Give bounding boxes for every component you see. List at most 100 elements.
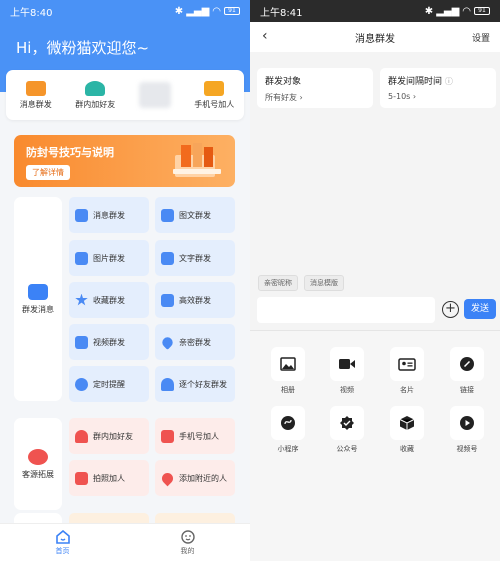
attach-contact-card[interactable]: 名片: [382, 347, 432, 395]
bluetooth-icon: ✱: [424, 5, 434, 17]
signal-icon: ▂▄▆: [186, 5, 210, 17]
status-icons: ✱ ▂▄▆ ◠ 91: [425, 6, 490, 17]
attach-label: 视频: [340, 386, 354, 394]
attach-album[interactable]: 相册: [263, 347, 313, 395]
attach-label: 名片: [400, 386, 414, 394]
broadcast-target-card[interactable]: 群发对象 所有好友 ›: [257, 68, 373, 108]
message-input[interactable]: [257, 297, 435, 323]
books-illustration-icon: [173, 143, 221, 177]
settings-button[interactable]: 设置: [472, 31, 490, 44]
tile-label: 视频群发: [93, 337, 125, 347]
tile-label: 图片群发: [93, 253, 125, 263]
status-time: 上午8:40: [10, 7, 53, 19]
chevron-right-icon: ›: [299, 93, 303, 102]
chip-intimate-nickname[interactable]: 亲密昵称: [258, 275, 298, 291]
tile-label: 群内加好友: [93, 431, 133, 441]
attach-label: 视频号: [456, 445, 478, 453]
add-user-icon: [28, 448, 48, 465]
quick-action-label: 手机号加人: [194, 99, 235, 109]
tile-text-broadcast[interactable]: 文字群发: [155, 240, 235, 276]
tile-label: 消息群发: [93, 210, 125, 220]
quick-action-message-broadcast[interactable]: 消息群发: [6, 70, 66, 120]
tile-efficient-broadcast[interactable]: 高效群发: [155, 282, 235, 318]
chip-message-template[interactable]: 消息模版: [304, 275, 344, 291]
star-icon: [75, 293, 88, 306]
tile-phone-add[interactable]: 手机号加人: [155, 418, 235, 454]
status-icons: ✱ ▂▄▆ ◠ 91: [175, 6, 240, 17]
interval-title: 群发间隔时间: [388, 77, 443, 87]
tile-video-broadcast[interactable]: 视频群发: [69, 324, 149, 360]
tile-image-text-broadcast[interactable]: 图文群发: [155, 197, 235, 233]
tab-mine[interactable]: 我的: [125, 524, 250, 561]
cube-icon: [399, 416, 415, 430]
learn-more-button[interactable]: 了解详情: [26, 165, 70, 180]
group-users-icon: [85, 80, 106, 96]
tile-label: 高效群发: [179, 295, 211, 305]
official-account-icon: [340, 416, 354, 430]
tile-nearby-add[interactable]: 添加附近的人: [155, 460, 235, 496]
attach-official-account[interactable]: 公众号: [322, 406, 372, 454]
tab-home[interactable]: 首页: [0, 524, 125, 561]
quick-action-blurred[interactable]: [125, 70, 185, 120]
interval-value: 5-10s: [388, 92, 411, 101]
quick-action-label: 消息群发: [19, 99, 52, 109]
quick-action-group-add-friends[interactable]: 群内加好友: [66, 70, 126, 120]
send-button[interactable]: 发送: [464, 299, 496, 319]
envelope-icon: [25, 80, 46, 96]
quick-actions-card: 消息群发 群内加好友 手机号加人: [6, 70, 244, 120]
status-time: 上午8:41: [260, 7, 303, 19]
anti-ban-banner[interactable]: 防封号技巧与说明 了解详情: [14, 135, 235, 187]
tile-favorites-broadcast[interactable]: 收藏群发: [69, 282, 149, 318]
rocket-icon: [161, 293, 174, 307]
mini-program-icon: [281, 416, 295, 430]
envelope-icon: [75, 208, 88, 222]
target-value: 所有好友: [265, 93, 297, 102]
contact-card-icon: [204, 80, 225, 96]
wifi-icon: ◠: [212, 5, 221, 17]
tile-intimate-broadcast[interactable]: 亲密群发: [155, 324, 235, 360]
attach-favorites[interactable]: 收藏: [382, 406, 432, 454]
attach-label: 收藏: [400, 445, 414, 453]
tile-picture-broadcast[interactable]: 图片群发: [69, 240, 149, 276]
contact-card-icon: [161, 429, 174, 443]
plus-circle-icon[interactable]: +: [442, 301, 459, 318]
input-row: + 发送: [250, 295, 500, 325]
status-bar: 上午8:41 ✱ ▂▄▆ ◠ 91: [250, 0, 500, 22]
attach-label: 公众号: [336, 445, 358, 453]
tile-label: 拍照加人: [93, 473, 125, 483]
bottom-tab-bar: 首页 我的: [0, 523, 250, 561]
tile-message-broadcast[interactable]: 消息群发: [69, 197, 149, 233]
attach-mini-program[interactable]: 小程序: [263, 406, 313, 454]
attach-video[interactable]: 视频: [322, 347, 372, 395]
link-icon: [460, 357, 474, 371]
attach-label: 链接: [460, 386, 474, 394]
attach-channels[interactable]: 视频号: [442, 406, 492, 454]
contact-card-icon: [398, 357, 416, 371]
location-pin-icon: [159, 470, 176, 486]
camera-icon: [75, 471, 88, 485]
tile-scheduled-reminder[interactable]: 定时提醒: [69, 366, 149, 402]
attach-label: 相册: [281, 386, 295, 394]
interval-card[interactable]: 群发间隔时间 ⓘ 5-10s ›: [380, 68, 496, 108]
back-arrow-icon[interactable]: ‹: [262, 28, 268, 44]
tile-one-by-one-broadcast[interactable]: 逐个好友群发: [155, 366, 235, 402]
group-customer-expansion: 客源拓展: [14, 418, 62, 510]
image-text-icon: [161, 208, 174, 222]
quick-action-phone-add[interactable]: 手机号加人: [185, 70, 245, 120]
tile-label: 亲密群发: [179, 337, 211, 347]
text-icon: [161, 251, 174, 265]
tile-label: 文字群发: [179, 253, 211, 263]
tile-group-add-friends[interactable]: 群内加好友: [69, 418, 149, 454]
attach-link[interactable]: 链接: [442, 347, 492, 395]
group-mass-messaging: 群发消息: [14, 197, 62, 401]
help-circle-icon[interactable]: ⓘ: [445, 77, 453, 86]
greeting: Hi，微粉猫欢迎您~: [16, 39, 150, 57]
navigation-bar: ‹ 消息群发 设置: [250, 22, 500, 52]
wifi-icon: ◠: [462, 5, 471, 17]
home-screen: 上午8:40 ✱ ▂▄▆ ◠ 91 Hi，微粉猫欢迎您~ 消息群发 群内加好友: [0, 0, 250, 561]
video-camera-icon: [339, 359, 355, 369]
tile-photo-add[interactable]: 拍照加人: [69, 460, 149, 496]
chevron-right-icon: ›: [412, 92, 417, 101]
album-icon: [280, 357, 296, 371]
heart-icon: [160, 334, 175, 350]
